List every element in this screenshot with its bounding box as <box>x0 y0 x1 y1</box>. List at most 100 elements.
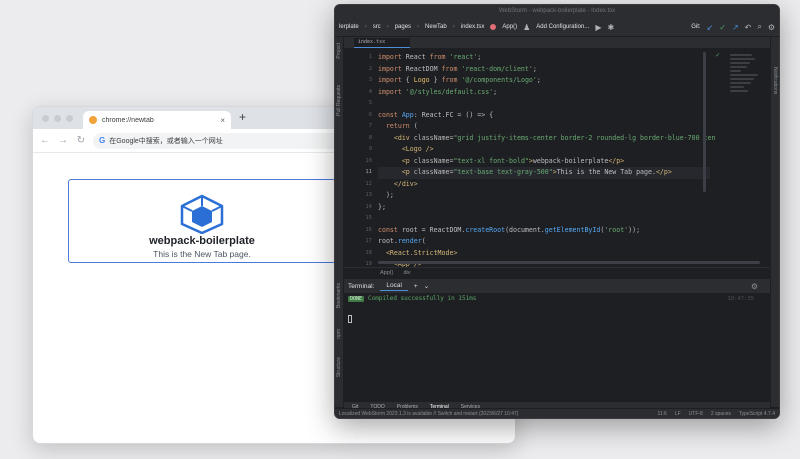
code-token: </div> <box>393 179 418 188</box>
breadcrumb-newtab[interactable]: NewTab <box>425 24 447 30</box>
code-token: { <box>405 76 414 84</box>
terminal-output-line: DONE Compiled successfully in 151ms <box>348 295 476 302</box>
code-line[interactable]: root.render( <box>378 236 710 248</box>
breadcrumb-src[interactable]: src <box>373 24 381 30</box>
status-caret[interactable]: 11:6 <box>657 411 666 417</box>
code-line[interactable] <box>378 98 710 110</box>
code-line[interactable]: import '@/styles/default.css'; <box>378 87 710 99</box>
status-message[interactable]: Localized WebStorm 2023.1.3 is available… <box>339 411 518 417</box>
code-token: return <box>385 122 414 130</box>
ide-title: WebStorm - webpack-boilerplate - Index.t… <box>335 5 779 18</box>
tool-bookmarks[interactable]: Bookmarks <box>336 283 342 308</box>
back-icon[interactable]: ← <box>39 135 51 146</box>
terminal-settings-icon[interactable]: ⚙ <box>751 282 758 291</box>
code-line[interactable]: ); <box>378 190 710 202</box>
settings-icon[interactable]: ⚙ <box>768 23 775 32</box>
newtab-card: webpack-boilerplate This is the New Tab … <box>68 179 336 263</box>
code-token: This is the New Tab page. <box>556 168 656 176</box>
code-line[interactable]: <p className="text-base text-gray-500">T… <box>378 167 710 179</box>
code-token: className= <box>413 156 454 165</box>
browser-tab[interactable]: chrome://newtab × <box>83 111 231 129</box>
code-token: const <box>378 225 402 234</box>
code-editor[interactable]: 1234567891011121314151617181920 import R… <box>344 48 770 280</box>
run-icon[interactable]: ▶ <box>595 23 601 32</box>
code-line[interactable]: import ReactDOM from 'react-dom/client'; <box>378 64 710 76</box>
horizontal-scrollbar[interactable] <box>378 261 760 264</box>
vertical-scrollbar[interactable] <box>703 52 706 192</box>
code-token: ; <box>536 76 541 84</box>
git-commit-icon[interactable]: ✓ <box>719 23 726 32</box>
code-token: root. <box>378 237 398 245</box>
tool-project[interactable]: Project <box>336 43 342 59</box>
terminal-dropdown-icon[interactable]: ⌄ <box>424 282 429 290</box>
undo-icon[interactable]: ↶ <box>745 23 752 32</box>
breadcrumb-pages[interactable]: pages <box>395 24 411 30</box>
tab-close-icon[interactable]: × <box>220 116 225 125</box>
reload-icon[interactable]: ↻ <box>75 135 87 146</box>
code-token: ( <box>421 237 426 245</box>
code-crumb-app[interactable]: App() <box>380 268 393 278</box>
search-icon[interactable]: ⌕ <box>757 22 761 32</box>
line-number: 3 <box>368 77 372 83</box>
add-configuration-button[interactable]: Add Configuration... <box>536 24 589 30</box>
breadcrumb-file[interactable]: index.tsx <box>461 24 485 30</box>
user-icon[interactable]: ♟ <box>523 23 530 32</box>
tool-pull-requests[interactable]: Pull Requests <box>336 85 342 116</box>
debug-icon[interactable]: ✱ <box>607 23 614 32</box>
no-problems-icon: ✓ <box>715 51 720 59</box>
code-line[interactable]: const root = ReactDOM.createRoot(documen… <box>378 225 710 237</box>
done-badge: DONE <box>348 295 365 302</box>
line-number: 5 <box>368 100 372 106</box>
status-line-ending[interactable]: LF <box>675 411 681 417</box>
breadcrumb-project[interactable]: lerplate <box>339 24 359 30</box>
minimize-window-icon[interactable] <box>54 115 61 122</box>
code-token: "grid justify-items-center border-2 roun… <box>453 133 716 142</box>
code-token: webpack-boilerplate <box>532 156 609 165</box>
code-token: 'react-dom/client' <box>461 64 533 73</box>
code-line[interactable]: import React from 'react'; <box>378 52 710 64</box>
terminal-add-icon[interactable]: + <box>414 283 418 290</box>
git-push-icon[interactable]: ↗ <box>732 23 739 32</box>
code-line[interactable]: <React.StrictMode> <box>378 248 710 260</box>
git-update-icon[interactable]: ↙ <box>707 23 714 32</box>
code-area[interactable]: import React from 'react'; import ReactDO… <box>378 52 716 282</box>
code-line[interactable]: const App: React.FC = () => { <box>378 110 710 122</box>
terminal-tab-local[interactable]: Local <box>380 281 408 291</box>
tool-structure[interactable]: Structure <box>336 357 342 377</box>
code-token: )); <box>628 225 641 234</box>
editor-tab[interactable]: index.tsx <box>354 38 410 48</box>
forward-icon[interactable]: → <box>57 135 69 146</box>
close-window-icon[interactable] <box>42 115 49 122</box>
status-encoding[interactable]: UTF-8 <box>689 411 703 417</box>
code-line[interactable]: import { Logo } from '@/components/Logo'… <box>378 75 710 87</box>
line-number: 16 <box>365 226 372 233</box>
code-token: ); <box>378 191 394 199</box>
code-line[interactable]: <p className="text-xl font-bold">webpack… <box>378 156 710 168</box>
code-line[interactable]: }; <box>378 202 710 214</box>
code-line[interactable]: <Logo /> <box>378 144 710 156</box>
status-language[interactable]: TypeScript 4.7.4 <box>739 411 775 417</box>
code-token: }; <box>378 202 386 211</box>
code-token: import <box>378 53 406 61</box>
new-tab-icon[interactable]: + <box>239 110 246 124</box>
line-number: 14 <box>365 203 372 210</box>
code-crumb-div[interactable]: div <box>403 268 410 278</box>
tool-notifications[interactable]: Notifications <box>772 67 778 94</box>
code-token: import <box>378 64 406 73</box>
code-line[interactable] <box>378 213 710 225</box>
right-tool-strip: Notifications <box>770 37 779 407</box>
code-token: 'root' <box>604 225 629 234</box>
zoom-window-icon[interactable] <box>66 115 73 122</box>
run-config[interactable]: App() <box>502 24 517 30</box>
tool-npm[interactable]: npm <box>336 329 342 339</box>
code-token: 'react' <box>449 53 478 61</box>
code-line[interactable]: <div className="grid justify-items-cente… <box>378 133 716 145</box>
terminal-panel[interactable]: DONE Compiled successfully in 151ms 10:4… <box>344 293 770 401</box>
code-line[interactable]: return ( <box>378 121 710 133</box>
code-token: : React.FC = () => { <box>413 110 494 119</box>
code-line[interactable]: </div> <box>378 179 710 191</box>
code-token: <React.StrictMode> <box>385 248 458 257</box>
status-indent[interactable]: 2 spaces <box>711 411 731 417</box>
